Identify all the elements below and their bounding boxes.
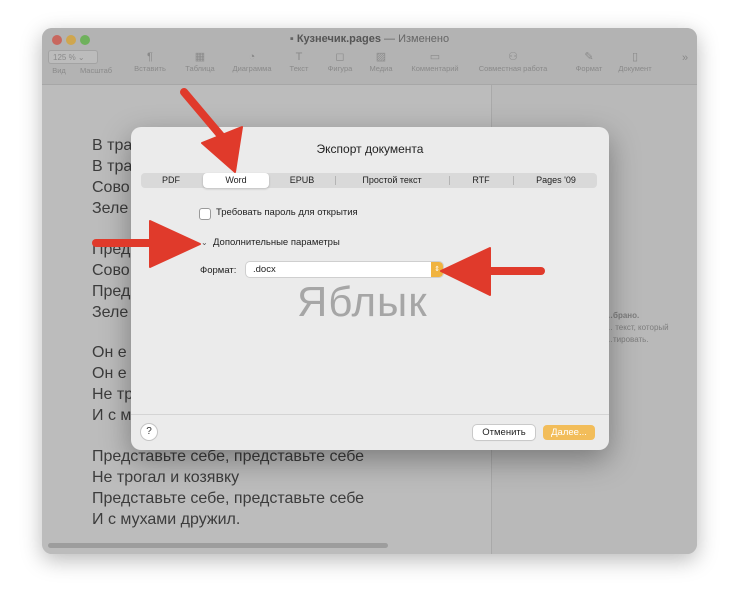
arrow-head-format [440, 247, 491, 296]
annotation-arrows [92, 88, 545, 296]
arrow-to-word-tab [180, 88, 226, 141]
arrow-head-advanced [149, 220, 201, 268]
